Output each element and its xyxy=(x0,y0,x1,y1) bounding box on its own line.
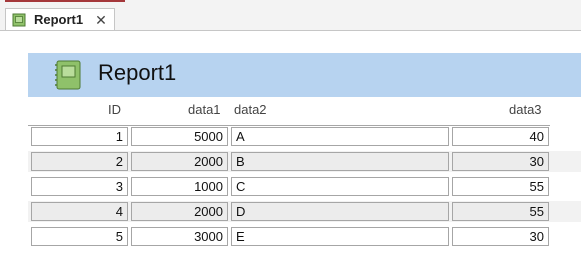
table-row: 3 1000 C 55 xyxy=(0,176,581,197)
cell-id[interactable]: 4 xyxy=(31,202,128,221)
cell-data2[interactable]: C xyxy=(231,177,449,196)
table-row: 5 3000 E 30 xyxy=(0,226,581,247)
column-header-data3: data3 xyxy=(509,102,542,117)
table-row: 4 2000 D 55 xyxy=(0,201,581,222)
cell-id[interactable]: 5 xyxy=(31,227,128,246)
cell-id[interactable]: 2 xyxy=(31,152,128,171)
tab-label: Report1 xyxy=(34,12,84,27)
report-icon xyxy=(54,60,82,90)
report-title: Report1 xyxy=(98,60,177,85)
cell-data3[interactable]: 30 xyxy=(452,152,549,171)
cell-data3[interactable]: 55 xyxy=(452,202,549,221)
cell-data2[interactable]: B xyxy=(231,152,449,171)
report-canvas: Report1 ID data1 data2 data3 1 5000 A 40… xyxy=(0,31,581,255)
report-icon xyxy=(12,13,26,27)
cell-data3[interactable]: 40 xyxy=(452,127,549,146)
cell-data3[interactable]: 30 xyxy=(452,227,549,246)
cell-data1[interactable]: 3000 xyxy=(131,227,228,246)
cell-data3[interactable]: 55 xyxy=(452,177,549,196)
cell-data2[interactable]: E xyxy=(231,227,449,246)
table-row: 1 5000 A 40 xyxy=(0,126,581,147)
cell-id[interactable]: 3 xyxy=(31,177,128,196)
close-icon[interactable]: ✕ xyxy=(95,13,107,27)
column-header-id: ID xyxy=(108,102,121,117)
cell-data1[interactable]: 5000 xyxy=(131,127,228,146)
column-header-data2: data2 xyxy=(234,102,267,117)
column-header-data1: data1 xyxy=(188,102,221,117)
cell-data1[interactable]: 2000 xyxy=(131,202,228,221)
table-row: 2 2000 B 30 xyxy=(0,151,581,172)
report-header: Report1 xyxy=(28,53,581,97)
accent-line xyxy=(5,0,125,2)
top-strip xyxy=(0,0,581,8)
cell-data1[interactable]: 1000 xyxy=(131,177,228,196)
cell-data1[interactable]: 2000 xyxy=(131,152,228,171)
document-tab-bar: Report1 ✕ xyxy=(0,8,581,31)
cell-id[interactable]: 1 xyxy=(31,127,128,146)
cell-data2[interactable]: D xyxy=(231,202,449,221)
tab-report1[interactable]: Report1 ✕ xyxy=(5,8,115,30)
cell-data2[interactable]: A xyxy=(231,127,449,146)
